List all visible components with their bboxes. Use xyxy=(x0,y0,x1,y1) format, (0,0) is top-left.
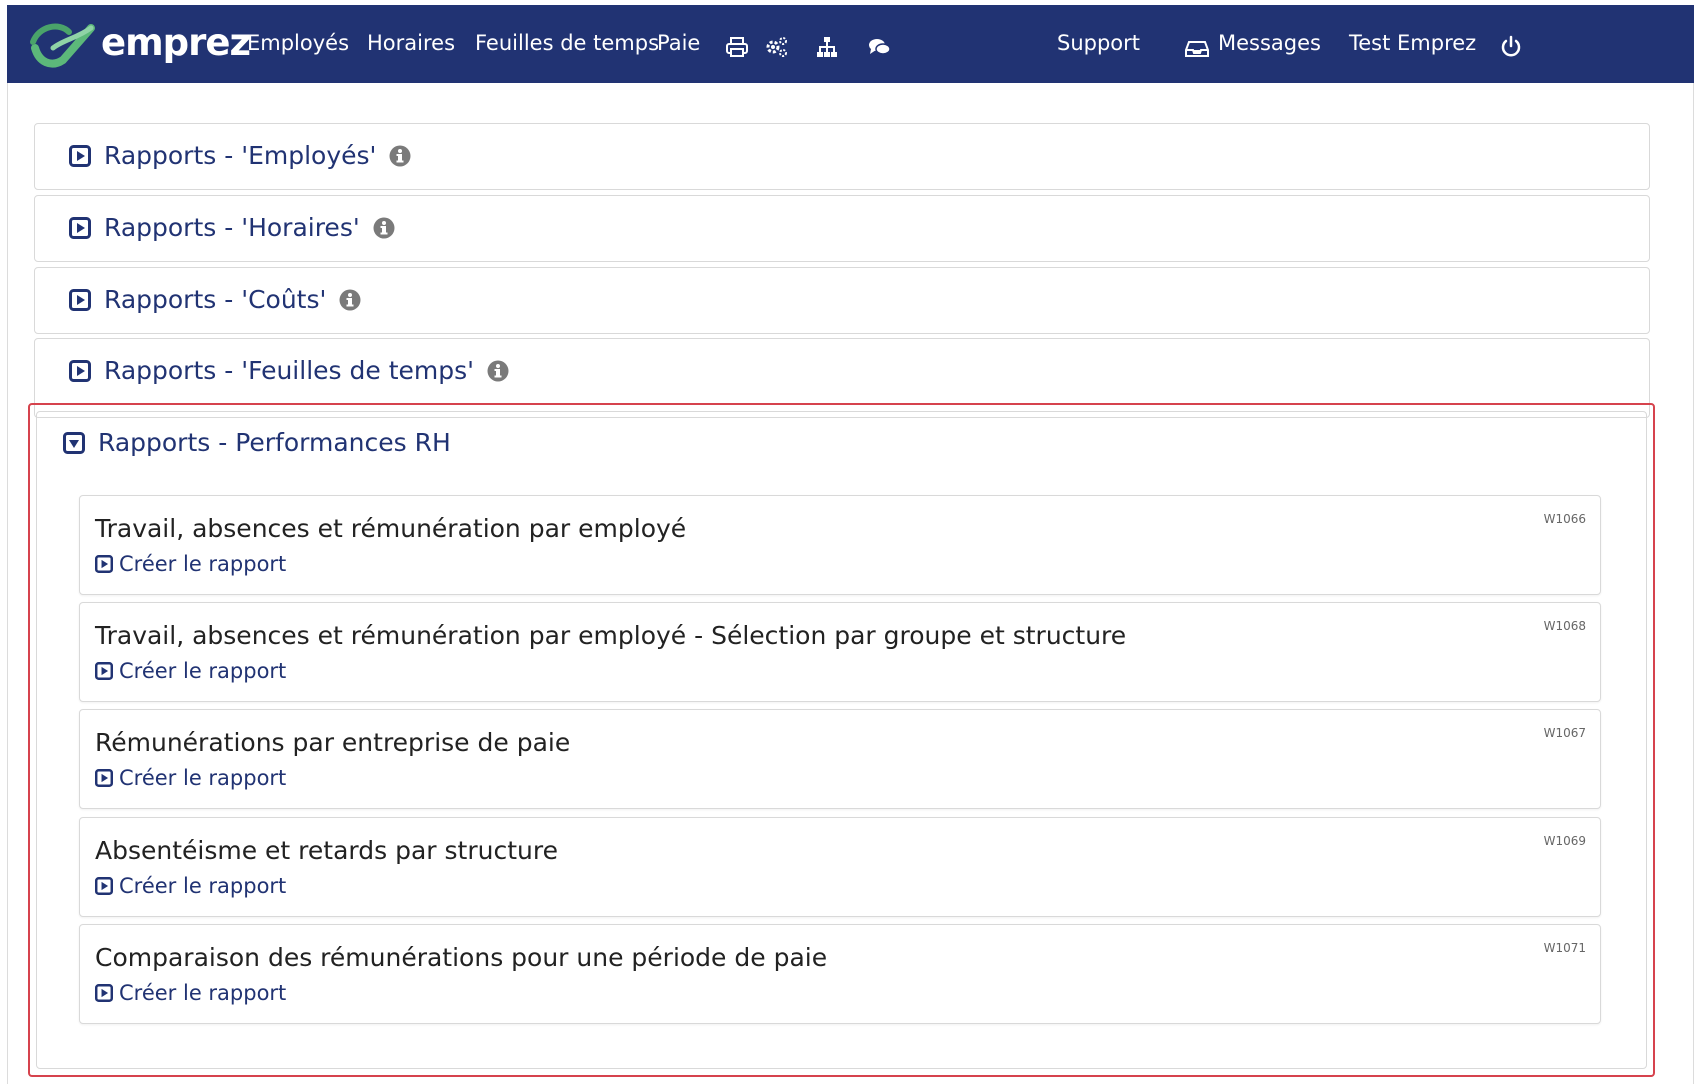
report-code: W1066 xyxy=(1543,512,1586,526)
nav-messages[interactable]: Messages xyxy=(1218,31,1321,55)
inbox-icon[interactable] xyxy=(1185,36,1209,60)
expand-icon xyxy=(69,216,91,239)
create-report-link[interactable]: Créer le rapport xyxy=(95,766,286,790)
report-card: Rémunérations par entreprise de paie Cré… xyxy=(79,709,1601,809)
settings-icon[interactable] xyxy=(764,35,788,59)
info-icon[interactable] xyxy=(339,289,361,311)
create-report-link[interactable]: Créer le rapport xyxy=(95,659,286,683)
collapse-icon xyxy=(63,431,85,454)
play-icon xyxy=(95,877,113,895)
brand[interactable]: emprez xyxy=(29,18,251,70)
panel-title: Rapports - Performances RH xyxy=(98,428,451,457)
panel-header[interactable]: Rapports - Performances RH xyxy=(63,428,451,457)
expand-icon xyxy=(69,359,91,382)
report-code: W1069 xyxy=(1543,834,1586,848)
play-icon xyxy=(95,984,113,1002)
nav-timesheets[interactable]: Feuilles de temps xyxy=(475,31,659,55)
report-title: Comparaison des rémunérations pour une p… xyxy=(95,943,828,972)
create-report-label: Créer le rapport xyxy=(119,552,287,576)
panel-title: Rapports - 'Feuilles de temps' xyxy=(104,356,474,385)
expand-icon xyxy=(69,144,91,167)
info-icon[interactable] xyxy=(487,360,509,382)
create-report-label: Créer le rapport xyxy=(119,874,287,898)
top-navbar: emprez Employés Horaires Feuilles de tem… xyxy=(7,5,1694,83)
report-title: Travail, absences et rémunération par em… xyxy=(95,514,687,543)
create-report-label: Créer le rapport xyxy=(119,981,287,1005)
panel-title: Rapports - 'Coûts' xyxy=(104,285,327,314)
report-title: Travail, absences et rémunération par em… xyxy=(95,621,1127,650)
panel-reports-schedules[interactable]: Rapports - 'Horaires' xyxy=(34,195,1650,262)
create-report-link[interactable]: Créer le rapport xyxy=(95,981,286,1005)
create-report-label: Créer le rapport xyxy=(119,766,287,790)
info-icon[interactable] xyxy=(373,217,395,239)
report-card: Absentéisme et retards par structure Cré… xyxy=(79,817,1601,917)
report-title: Rémunérations par entreprise de paie xyxy=(95,728,571,757)
nav-user[interactable]: Test Emprez xyxy=(1349,31,1476,55)
report-card: Travail, absences et rémunération par em… xyxy=(79,495,1601,595)
panel-reports-costs[interactable]: Rapports - 'Coûts' xyxy=(34,267,1650,334)
info-icon[interactable] xyxy=(389,145,411,167)
print-icon[interactable] xyxy=(725,35,749,59)
power-icon[interactable] xyxy=(1499,35,1523,59)
panel-reports-employees[interactable]: Rapports - 'Employés' xyxy=(34,123,1650,190)
panel-title: Rapports - 'Horaires' xyxy=(104,213,360,242)
emprez-logo-icon xyxy=(30,23,95,68)
org-chart-icon[interactable] xyxy=(815,35,839,59)
report-title: Absentéisme et retards par structure xyxy=(95,836,558,865)
play-icon xyxy=(95,555,113,573)
create-report-link[interactable]: Créer le rapport xyxy=(95,874,286,898)
play-icon xyxy=(95,662,113,680)
create-report-link[interactable]: Créer le rapport xyxy=(95,552,286,576)
report-card: Travail, absences et rémunération par em… xyxy=(79,602,1601,702)
nav-support[interactable]: Support xyxy=(1057,31,1140,55)
expand-icon xyxy=(69,288,91,311)
create-report-label: Créer le rapport xyxy=(119,659,287,683)
nav-payroll[interactable]: Paie xyxy=(657,31,700,55)
brand-name: emprez xyxy=(101,20,251,64)
report-code: W1068 xyxy=(1543,619,1586,633)
report-code: W1067 xyxy=(1543,726,1586,740)
nav-employees[interactable]: Employés xyxy=(247,31,349,55)
panel-title: Rapports - 'Employés' xyxy=(104,141,377,170)
nav-schedules[interactable]: Horaires xyxy=(367,31,455,55)
play-icon xyxy=(95,769,113,787)
report-code: W1071 xyxy=(1543,941,1586,955)
chat-icon[interactable] xyxy=(867,35,891,59)
report-card: Comparaison des rémunérations pour une p… xyxy=(79,924,1601,1024)
